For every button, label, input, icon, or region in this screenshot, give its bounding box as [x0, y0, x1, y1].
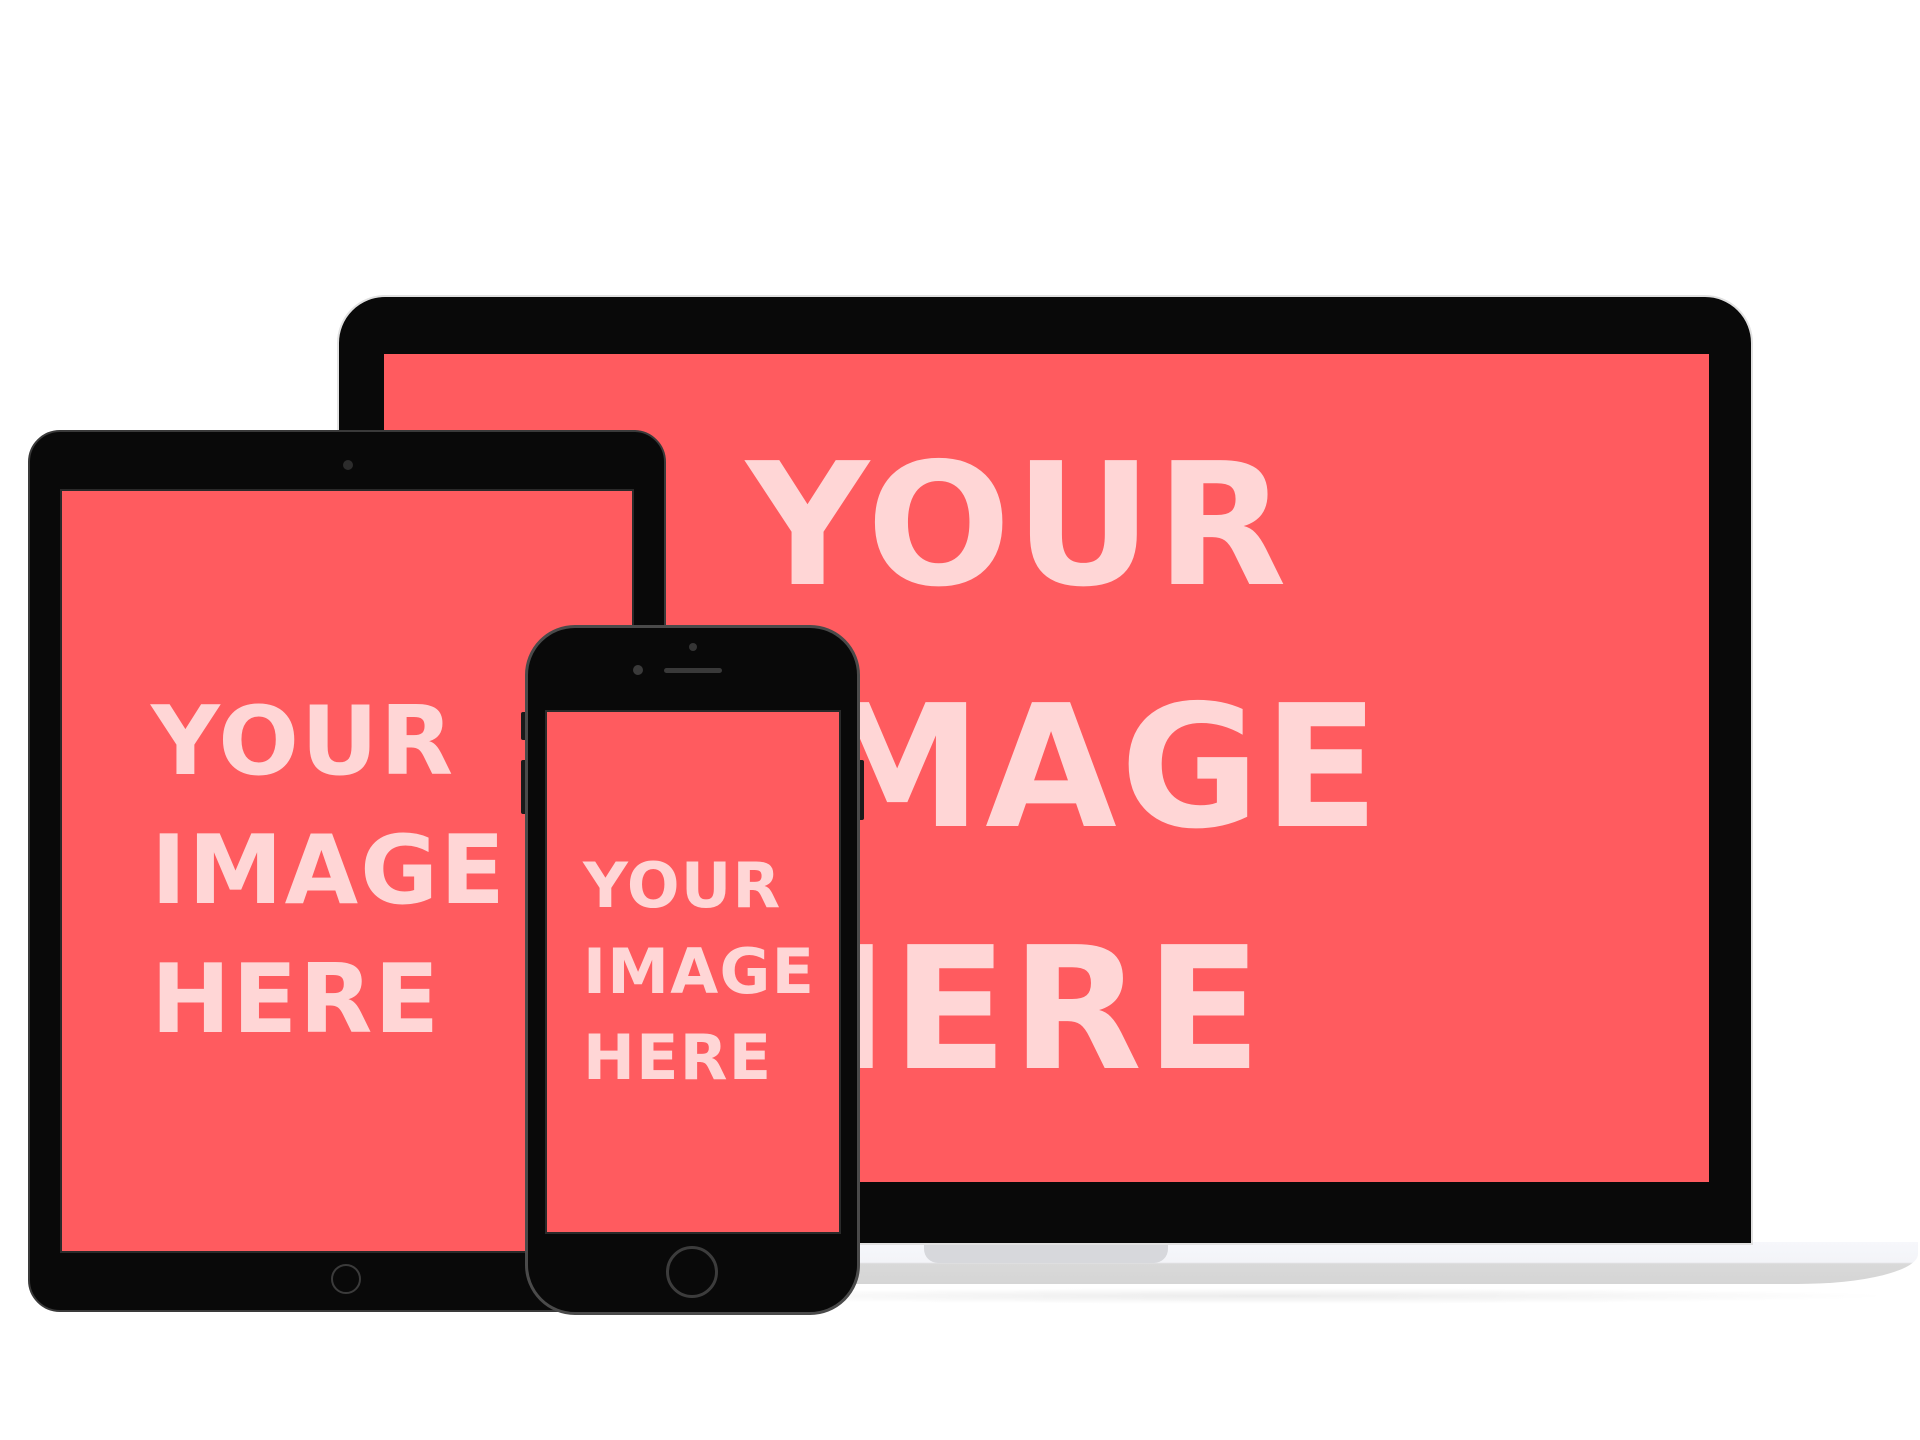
- laptop-placeholder-line-2: IMAGE: [746, 669, 1383, 867]
- phone-placeholder-line-2: IMAGE: [583, 935, 816, 1008]
- tablet-home-button: [331, 1264, 361, 1294]
- phone-placeholder-line-1: YOUR: [583, 849, 782, 922]
- phone-earpiece-speaker: [664, 668, 722, 673]
- tablet-camera-icon: [343, 460, 353, 470]
- device-mockup-scene: YOUR IMAGE HERE YOUR IMAGE HERE YOUR IMA…: [0, 0, 1920, 1440]
- phone-front-camera-icon: [689, 643, 697, 651]
- phone-sensor-icon: [633, 665, 643, 675]
- laptop-placeholder-line-1: YOUR: [746, 427, 1291, 625]
- laptop-opening-notch: [924, 1243, 1168, 1263]
- phone-screen: YOUR IMAGE HERE: [545, 710, 841, 1234]
- laptop-placeholder-line-3: HERE: [746, 911, 1266, 1109]
- phone-placeholder-line-3: HERE: [583, 1021, 773, 1094]
- phone-home-button: [666, 1246, 718, 1298]
